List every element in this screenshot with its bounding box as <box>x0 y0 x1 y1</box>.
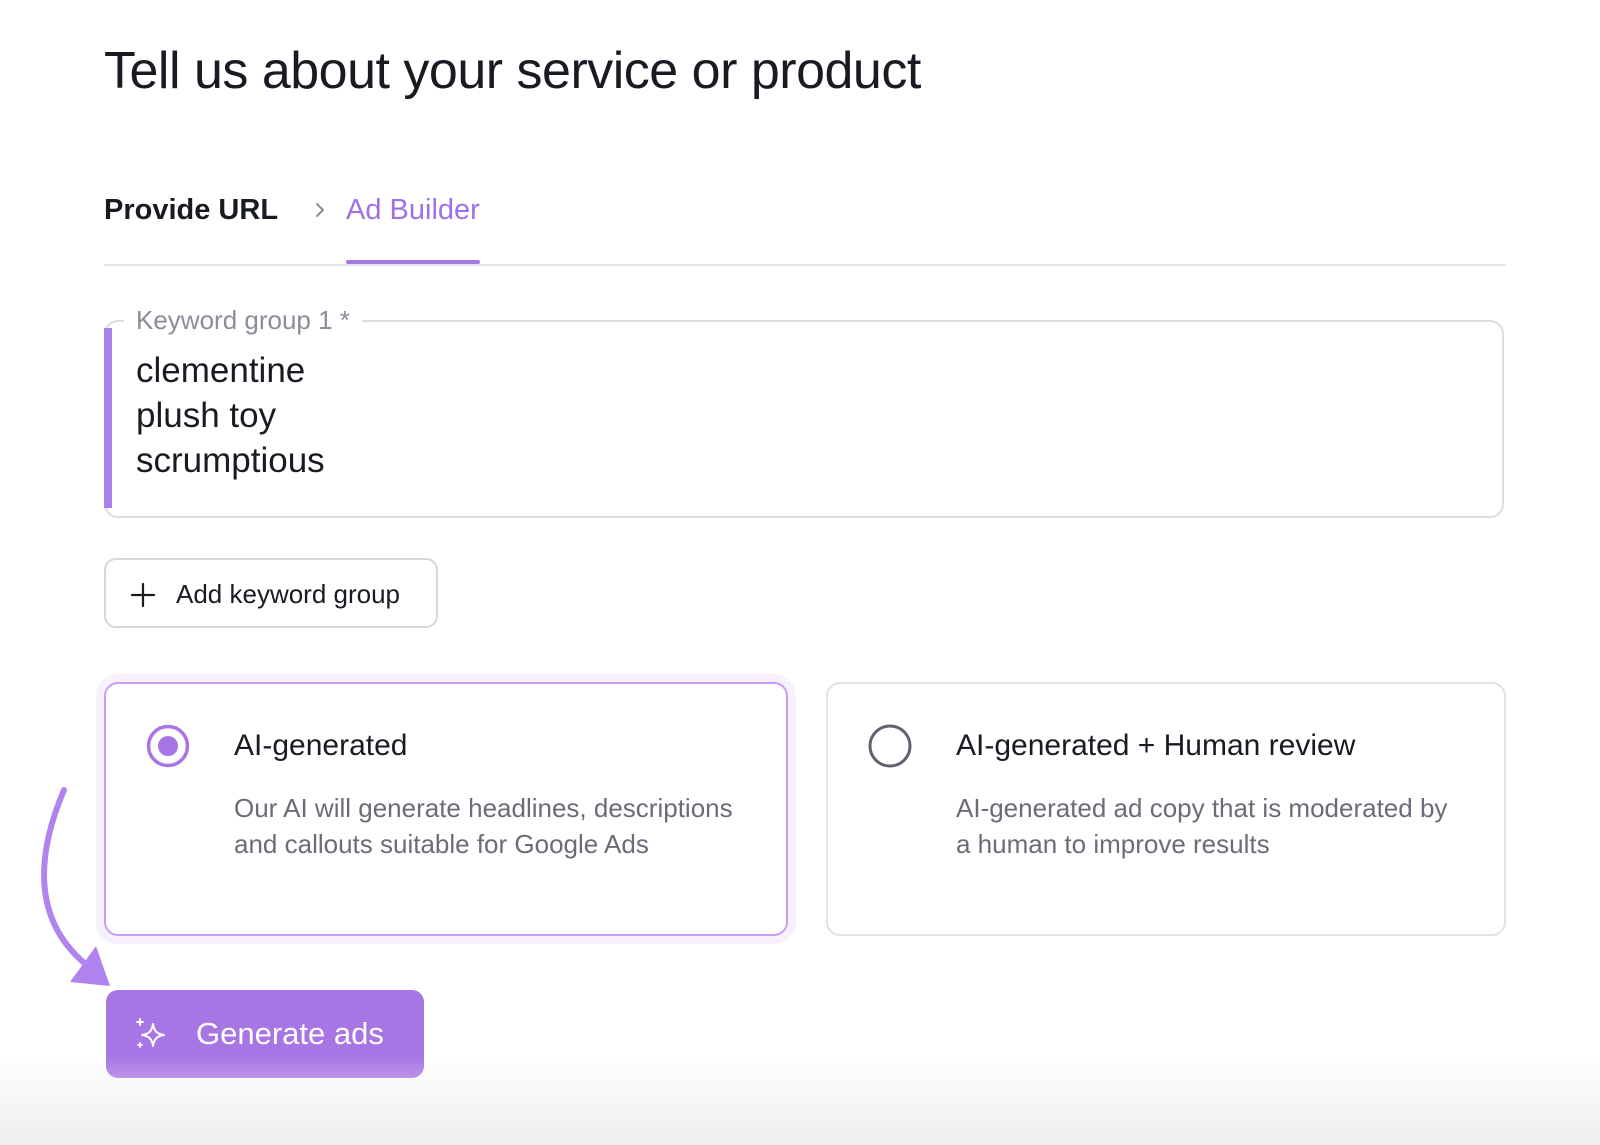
add-keyword-group-label: Add keyword group <box>176 579 401 609</box>
tab-provide-url[interactable]: Provide URL <box>104 192 278 228</box>
keyword-item: clementine <box>136 351 306 390</box>
plus-icon <box>130 582 156 608</box>
keyword-item: plush toy <box>136 396 277 435</box>
keyword-group-label-text: Keyword group 1 <box>136 305 333 335</box>
radio-selected-icon[interactable] <box>146 724 190 768</box>
page-title: Tell us about your service or product <box>104 42 921 100</box>
step-tabs: Provide URL Ad Builder <box>104 180 1506 266</box>
sparkle-icon <box>136 1018 165 1048</box>
curved-arrow-annotation <box>41 787 110 986</box>
keyword-group-field[interactable]: Keyword group 1 * clementine plush toy s… <box>104 302 1504 518</box>
option-description: AI-generated ad copy that is moderated b… <box>956 793 1448 859</box>
option-description: Our AI will generate headlines, descript… <box>234 793 733 859</box>
option-title: AI-generated + Human review <box>956 729 1356 762</box>
chevron-right-icon <box>316 203 324 217</box>
generate-ads-label: Generate ads <box>196 1016 384 1051</box>
keyword-list[interactable]: clementine plush toy scrumptious <box>136 348 325 483</box>
focus-accent-bar <box>104 328 112 508</box>
option-ai-human-review[interactable]: AI-generated + Human review AI-generated… <box>826 682 1506 936</box>
add-keyword-group-button[interactable]: Add keyword group <box>104 558 438 628</box>
radio-unselected-icon[interactable] <box>868 724 912 768</box>
option-title: AI-generated <box>234 729 408 762</box>
option-ai-generated[interactable]: AI-generated Our AI will generate headli… <box>104 682 788 936</box>
generate-ads-button[interactable]: Generate ads <box>106 990 424 1078</box>
tab-ad-builder[interactable]: Ad Builder <box>346 192 480 264</box>
required-marker: * <box>339 305 350 335</box>
keyword-group-label: Keyword group 1 * <box>124 302 362 338</box>
keyword-item: scrumptious <box>136 441 325 480</box>
